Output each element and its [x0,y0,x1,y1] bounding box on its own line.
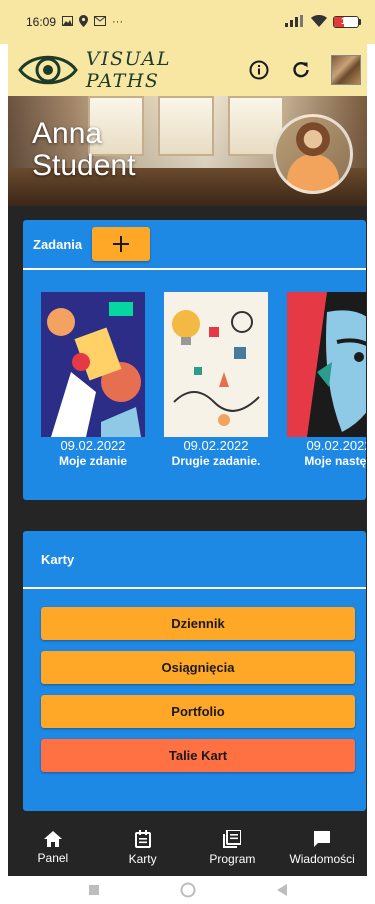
task-date: 09.02.2022 [183,438,249,453]
wifi-icon [311,14,327,30]
student-name: Anna Student [32,117,136,182]
home-icon [43,831,62,847]
card-decks-button[interactable]: Talie Kart [41,739,355,772]
tasks-card-header: Zadania [23,220,366,270]
eye-icon [14,47,82,93]
nav-label: Wiadomości [289,852,355,866]
task-title: Drugie zadanie. [171,454,261,468]
task-date: 09.02.2022 [306,438,366,453]
task-item[interactable]: 09.02.2022 Moje zdanie [41,292,145,472]
nav-program[interactable]: Program [188,820,278,876]
tasks-title: Zadania [33,236,83,252]
tasks-card: Zadania 09.02.2022 Moje zdanie 09.02.202… [23,220,366,500]
library-icon [223,830,242,848]
mail-icon [94,15,107,29]
status-time: 16:09 [26,15,57,29]
main-content: Zadania 09.02.2022 Moje zdanie 09.02.202… [8,206,367,820]
system-navigation-bar [0,876,375,904]
avatar[interactable] [331,55,361,85]
status-bar: 16:09 ··· 17 [0,0,375,44]
brand-title: VISUAL PATHS [85,48,171,92]
plus-icon [113,236,130,252]
nav-label: Karty [128,852,157,866]
task-date: 09.02.2022 [60,438,126,453]
task-title: Moje następ [304,454,366,468]
home-button-icon[interactable] [180,882,196,898]
refresh-icon[interactable] [289,58,313,82]
profile-avatar[interactable] [273,114,353,194]
add-task-button[interactable] [92,227,151,261]
signal-icon [285,14,305,30]
calendar-icon [134,830,151,848]
nav-label: Program [209,852,256,866]
battery-icon: 17 [333,16,361,28]
task-title: Moje zdanie [58,454,127,468]
info-icon[interactable] [247,58,271,82]
cards-card: Karty Dziennik Osiągnięcia Portfolio Tal… [23,531,366,811]
recent-apps-icon[interactable] [88,884,100,896]
task-item[interactable]: 09.02.2022 Drugie zadanie. [164,292,268,472]
portfolio-button[interactable]: Portfolio [41,695,355,728]
image-icon [62,15,74,29]
task-thumbnail [287,292,366,437]
task-thumbnail [41,292,145,437]
cards-card-header: Karty [23,531,366,589]
nav-panel[interactable]: Panel [8,820,98,876]
nav-label: Panel [37,851,69,865]
message-icon [314,831,331,847]
tasks-list[interactable]: 09.02.2022 Moje zdanie 09.02.2022 Drugie… [41,292,366,472]
cards-title: Karty [41,551,75,567]
location-icon [79,14,89,30]
back-icon[interactable] [276,883,288,897]
nav-karty[interactable]: Karty [98,820,188,876]
bottom-navigation: Panel Karty Program Wiadomości [8,820,367,876]
task-item[interactable]: 09.02.2022 Moje następ [287,292,366,472]
nav-messages[interactable]: Wiadomości [277,820,367,876]
journal-button[interactable]: Dziennik [41,607,355,640]
app-bar: VISUAL PATHS [8,44,367,96]
more-icon: ··· [112,15,124,28]
task-thumbnail [164,292,268,437]
achievements-button[interactable]: Osiągnięcia [41,651,355,684]
profile-hero: Anna Student [8,96,367,206]
